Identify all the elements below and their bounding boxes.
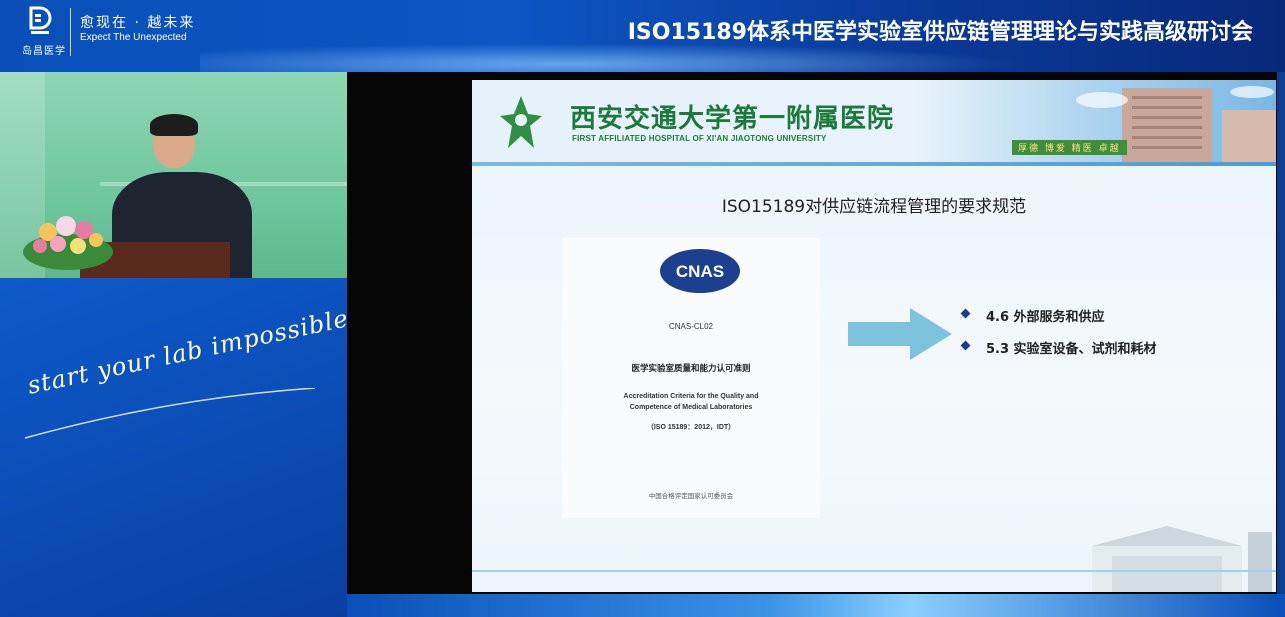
speaker-video-feed — [0, 72, 347, 278]
document-title-english-line1: Accreditation Criteria for the Quality a… — [623, 393, 759, 400]
swoosh-decoration-icon — [24, 388, 316, 439]
diamond-bullet-icon — [960, 340, 971, 351]
hospital-name-chinese: 西安交通大学第一附属医院 — [570, 104, 895, 134]
document-cover: CNAS CNAS-CL02 医学实验室质量和能力认可准则 Accreditat… — [562, 238, 820, 518]
diamond-bullet-icon — [960, 308, 971, 319]
event-title: ISO15189体系中医学实验室供应链管理理论与实践高级研讨会 — [627, 20, 1253, 45]
presentation-slide: 西安交通大学第一附属医院 FIRST AFFILIATED HOSPITAL O… — [472, 80, 1276, 592]
campus-sketch-icon — [1092, 526, 1272, 592]
requirement-list: 4.6 外部服务和供应 5.3 实验室设备、试剂和耗材 — [960, 306, 1157, 370]
slogan-english: Expect The Unexpected — [80, 32, 187, 43]
header-stripe — [472, 162, 1276, 166]
slogan-chinese: 愈现在 · 越未来 — [80, 15, 196, 31]
cnas-logo-icon: CNAS — [660, 249, 740, 293]
logo-mark-icon — [29, 6, 52, 34]
company-logo: 岛昌医学 — [14, 6, 66, 66]
requirement-label: 5.3 实验室设备、试剂和耗材 — [986, 342, 1157, 357]
script-slogan: start your lab impossible — [25, 304, 347, 400]
top-banner: 岛昌医学 愈现在 · 越未来 Expect The Unexpected ISO… — [0, 0, 1285, 72]
left-panel: start your lab impossible — [0, 72, 347, 617]
document-title-chinese: 医学实验室质量和能力认可准则 — [631, 364, 751, 374]
slide-footer-line — [472, 570, 1276, 572]
list-item: 5.3 实验室设备、试剂和耗材 — [960, 338, 1157, 370]
hospital-emblem-icon — [500, 96, 542, 148]
speaker-hair — [150, 114, 198, 136]
cnas-logo-text: CNAS — [676, 262, 724, 281]
requirement-label: 4.6 外部服务和供应 — [986, 310, 1105, 325]
document-title-english-line2: Competence of Medical Laboratories — [629, 404, 753, 411]
logo-text: 岛昌医学 — [22, 46, 66, 57]
slide-header: 西安交通大学第一附属医院 FIRST AFFILIATED HOSPITAL O… — [472, 80, 1276, 162]
document-code: CNAS-CL02 — [668, 322, 713, 331]
document-standard-reference: （ISO 15189：2012，IDT） — [646, 424, 736, 431]
right-arrow-icon — [848, 308, 952, 360]
list-item: 4.6 外部服务和供应 — [960, 306, 1157, 338]
flower-arrangement-icon — [23, 216, 113, 270]
slide-title: ISO15189对供应链流程管理的要求规范 — [721, 197, 1027, 217]
hospital-motto: 厚德 博爱 精医 卓越 — [1012, 140, 1127, 155]
hospital-name-english: FIRST AFFILIATED HOSPITAL OF XI'AN JIAOT… — [572, 134, 827, 143]
document-issuer: 中国合格评定国家认可委员会 — [648, 492, 734, 500]
bottom-light-band — [347, 594, 1285, 617]
slogan-divider — [70, 8, 71, 56]
